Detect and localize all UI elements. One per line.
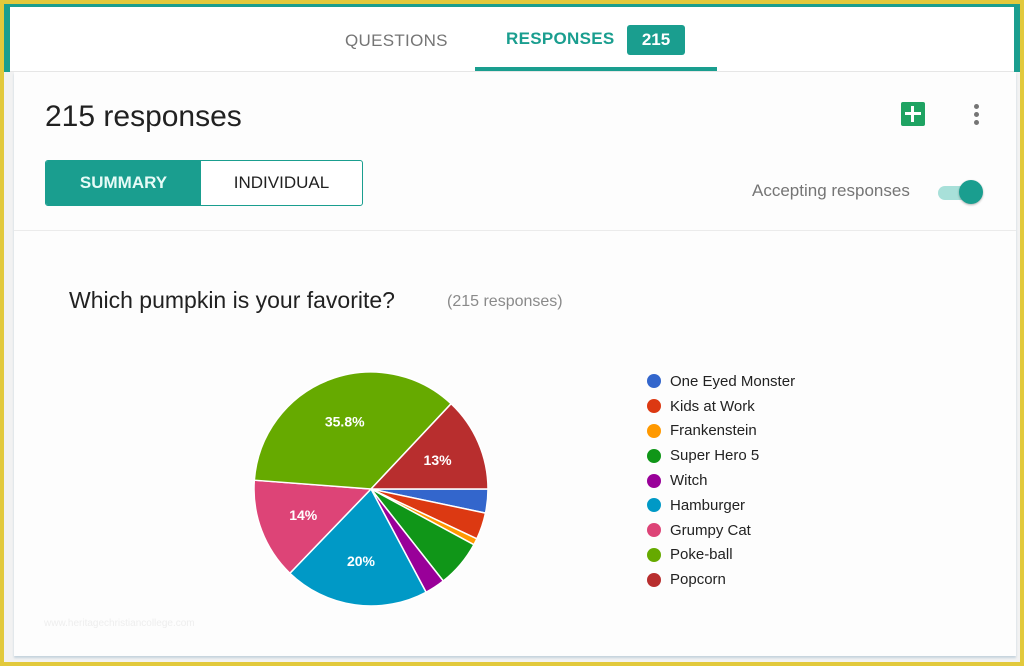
responses-card: 215 responses SUMMARY INDIVIDUAL Accepti…: [14, 72, 1016, 656]
legend-item[interactable]: Popcorn: [647, 567, 795, 592]
responses-title: 215 responses: [45, 100, 242, 133]
legend-label: Witch: [670, 472, 708, 490]
legend-item[interactable]: Super Hero 5: [647, 443, 795, 468]
toggle-knob: [959, 180, 983, 204]
legend-swatch-icon: [647, 523, 661, 538]
individual-button[interactable]: INDIVIDUAL: [201, 161, 362, 205]
legend-swatch-icon: [647, 374, 661, 389]
watermark: www.heritagechristiancollege.com: [44, 618, 195, 629]
legend-item[interactable]: Witch: [647, 468, 795, 493]
summary-header: 215 responses SUMMARY INDIVIDUAL Accepti…: [14, 72, 1016, 231]
question-title: Which pumpkin is your favorite?: [69, 287, 395, 313]
active-tab-indicator: [475, 67, 717, 71]
tab-responses[interactable]: RESPONSES: [506, 29, 615, 49]
view-toggle: SUMMARY INDIVIDUAL: [45, 160, 363, 206]
more-vert-icon[interactable]: [966, 102, 986, 128]
legend-swatch-icon: [647, 399, 661, 414]
legend-item[interactable]: Frankenstein: [647, 419, 795, 444]
legend-label: Grumpy Cat: [670, 521, 751, 539]
pie-chart: 20% 14% 35.8% 13%: [253, 371, 489, 607]
legend-label: Super Hero 5: [670, 447, 760, 465]
pie-data-label: 13%: [424, 452, 453, 468]
chart-legend: One Eyed Monster Kids at Work Frankenstein…: [647, 369, 795, 592]
legend-swatch-icon: [647, 547, 661, 562]
question-response-count: (215 responses): [447, 293, 563, 310]
legend-label: Hamburger: [670, 496, 746, 514]
legend-item[interactable]: Grumpy Cat: [647, 518, 795, 543]
right-accent: [1014, 4, 1020, 72]
legend-item[interactable]: One Eyed Monster: [647, 369, 795, 394]
legend-swatch-icon: [647, 473, 661, 488]
legend-item[interactable]: Hamburger: [647, 493, 795, 518]
legend-item[interactable]: Poke-ball: [647, 543, 795, 568]
pie-data-label: 20%: [347, 553, 376, 569]
legend-item[interactable]: Kids at Work: [647, 394, 795, 419]
legend-label: Frankenstein: [670, 422, 757, 440]
legend-swatch-icon: [647, 448, 661, 463]
summary-button[interactable]: SUMMARY: [46, 161, 201, 205]
legend-label: Poke-ball: [670, 546, 733, 564]
google-sheets-icon[interactable]: [901, 102, 925, 126]
legend-swatch-icon: [647, 498, 661, 513]
accepting-responses-toggle[interactable]: [936, 180, 984, 204]
legend-swatch-icon: [647, 423, 661, 438]
legend-swatch-icon: [647, 572, 661, 587]
app-frame: QUESTIONS RESPONSES 215 215 responses SU…: [4, 4, 1020, 662]
legend-label: Popcorn: [670, 571, 726, 589]
legend-label: One Eyed Monster: [670, 372, 796, 390]
accepting-responses-label: Accepting responses: [752, 181, 910, 200]
pie-data-label: 14%: [289, 507, 318, 523]
pie-data-label: 35.8%: [325, 413, 365, 429]
tab-questions[interactable]: QUESTIONS: [345, 31, 448, 51]
form-tabs-header: QUESTIONS RESPONSES 215: [10, 7, 1014, 72]
responses-count-badge: 215: [627, 25, 685, 55]
legend-label: Kids at Work: [670, 397, 755, 415]
